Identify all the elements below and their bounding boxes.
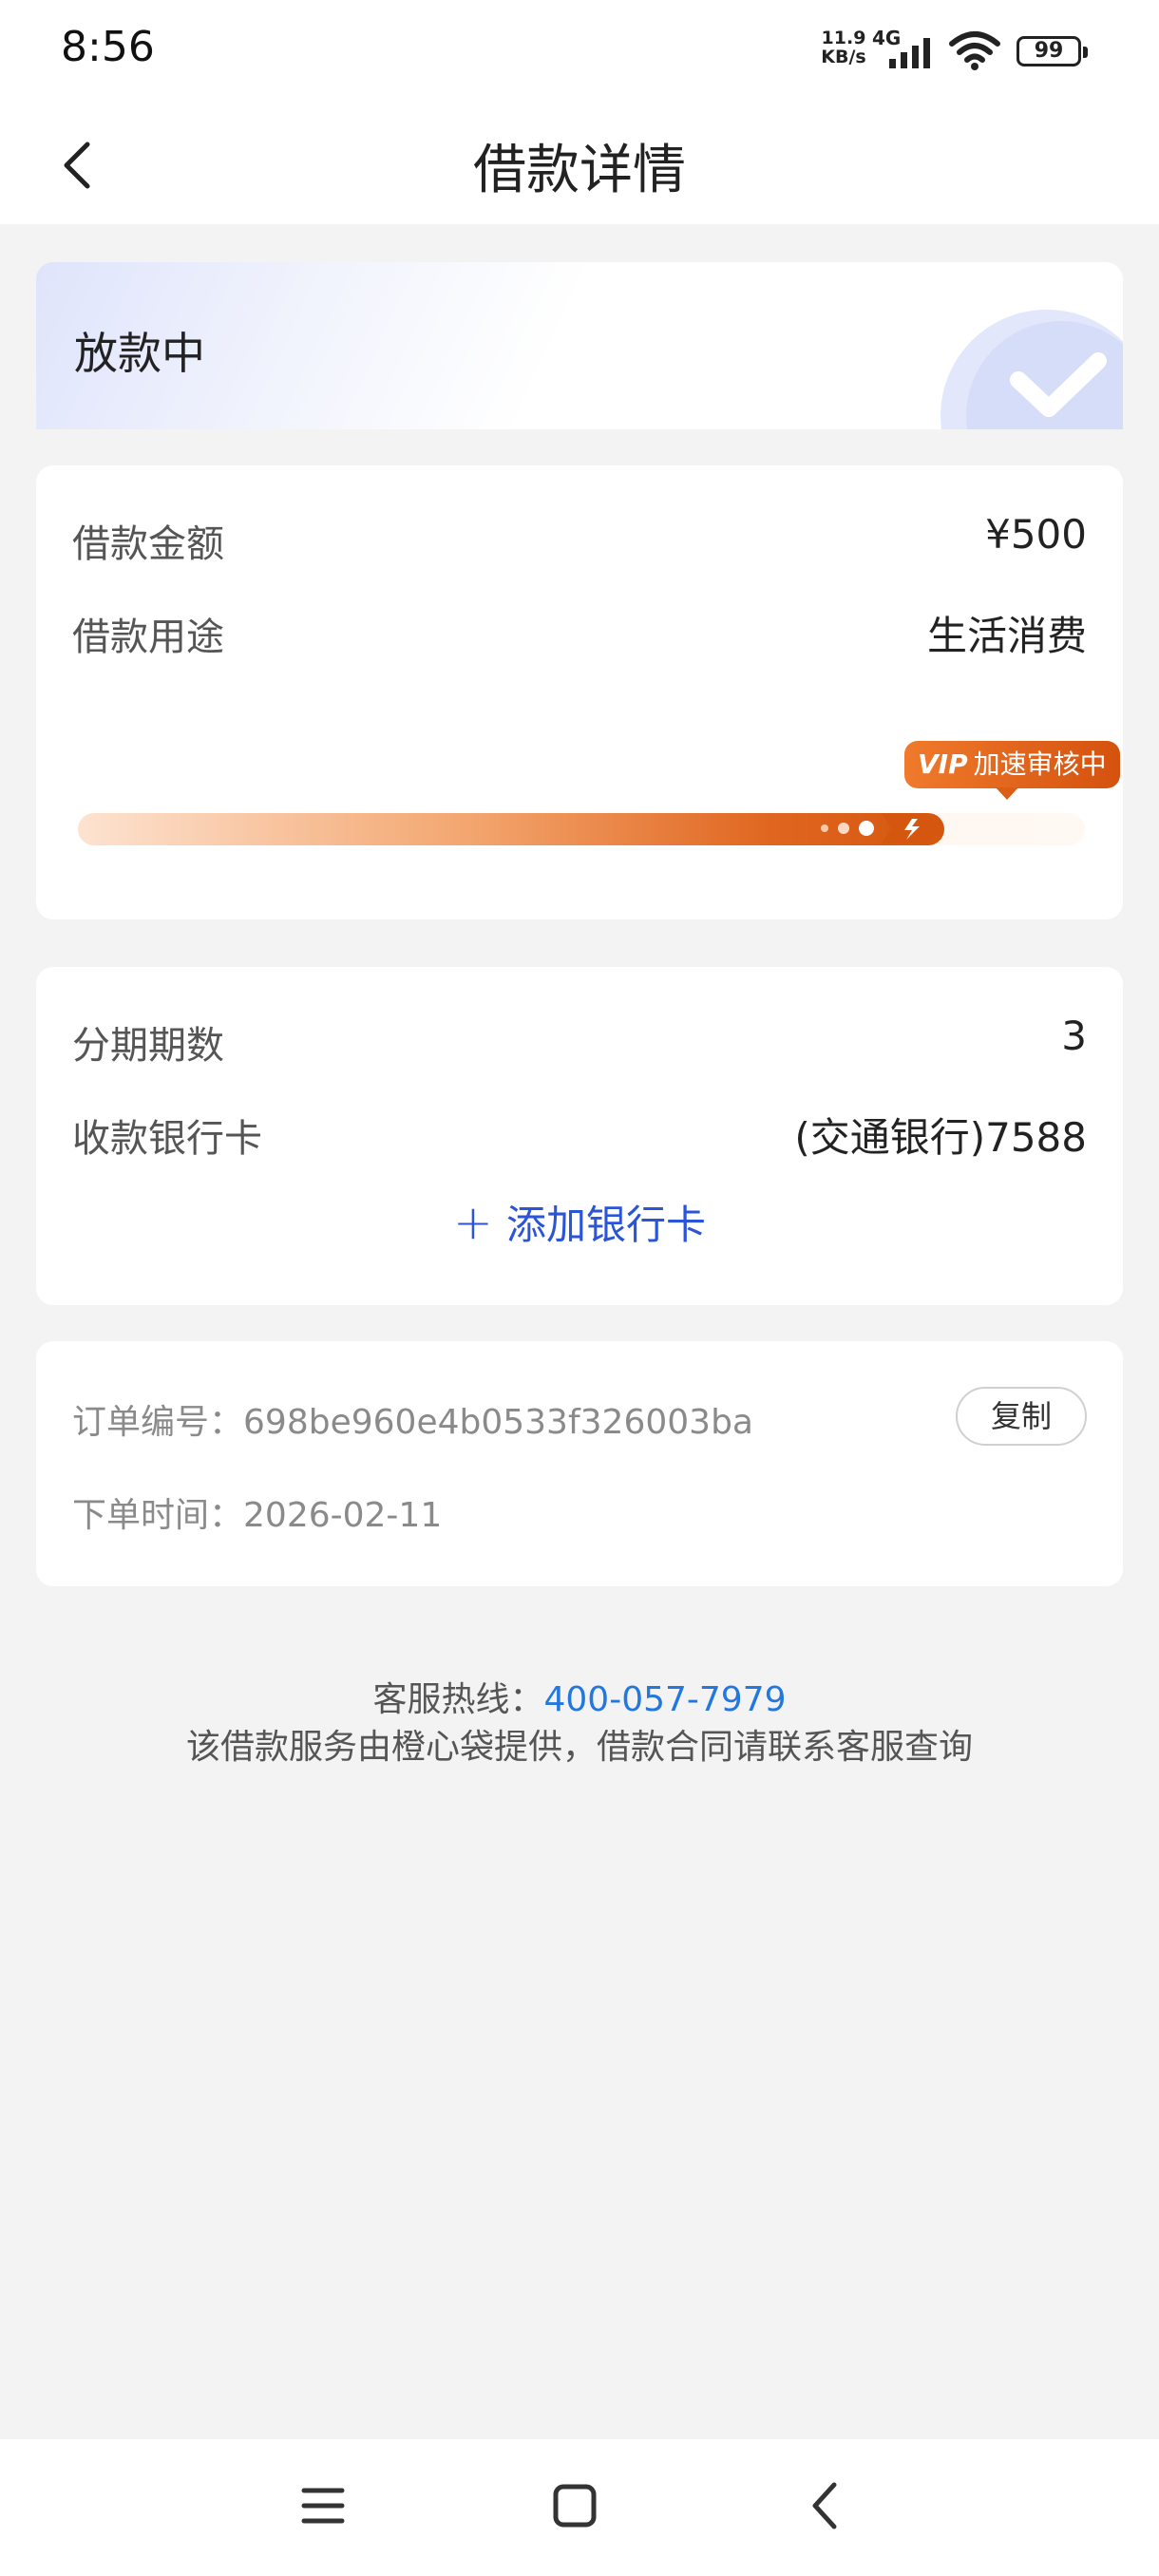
app-header: 借款详情 — [0, 104, 1159, 224]
vip-badge-text: 加速审核中 — [973, 748, 1107, 780]
loan-status-label: 放款中 — [74, 328, 205, 379]
hotline-label: 客服热线： — [372, 1680, 544, 1719]
check-badge-icon — [940, 310, 1123, 429]
page-title: 借款详情 — [473, 140, 686, 201]
plus-icon: + — [453, 1195, 493, 1250]
vip-mark: VIP — [918, 748, 968, 780]
home-icon[interactable] — [546, 2477, 603, 2534]
loan-status-card: 放款中 — [36, 262, 1123, 429]
status-bar: 8:56 11.9 KB/s 4G 99 — [0, 0, 1159, 104]
signal-icon — [889, 38, 930, 68]
copy-button[interactable]: 复制 — [956, 1387, 1087, 1446]
vip-accelerate-badge: VIP 加速审核中 — [904, 741, 1120, 800]
rocket-icon — [821, 813, 936, 843]
purpose-value: 生活消费 — [926, 613, 1087, 659]
purpose-label: 借款用途 — [72, 616, 224, 659]
add-bank-card-label: 添加银行卡 — [505, 1202, 706, 1248]
add-bank-card-button[interactable]: + 添加银行卡 — [36, 1193, 1123, 1251]
order-number-value: 698be960e4b0533f326003ba — [243, 1403, 753, 1442]
battery-indicator: 99 — [1016, 36, 1088, 66]
wifi-icon — [949, 31, 1000, 70]
amount-label: 借款金额 — [72, 522, 224, 566]
amount-value: ¥500 — [985, 511, 1087, 558]
menu-icon[interactable] — [294, 2477, 352, 2534]
network-speed: 11.9 KB/s — [821, 28, 866, 67]
order-info-card: 订单编号：698be960e4b0533f326003ba 复制 下单时间：20… — [36, 1341, 1123, 1586]
back-icon[interactable] — [798, 2477, 855, 2534]
bank-card-value: (交通银行)7588 — [794, 1114, 1087, 1161]
periods-label: 分期期数 — [72, 1024, 224, 1068]
order-time-value: 2026-02-11 — [243, 1496, 443, 1535]
system-nav-bar — [0, 2439, 1159, 2576]
order-time-label: 下单时间： — [72, 1496, 244, 1535]
order-number: 订单编号：698be960e4b0533f326003ba — [72, 1394, 753, 1444]
periods-value: 3 — [1061, 1013, 1087, 1059]
installment-card: 分期期数 3 收款银行卡 (交通银行)7588 + 添加银行卡 — [36, 967, 1123, 1305]
hotline: 客服热线：400-057-7979 — [0, 1676, 1159, 1724]
service-disclaimer: 该借款服务由橙心袋提供，借款合同请联系客服查询 — [185, 1728, 973, 1767]
order-number-label: 订单编号： — [72, 1403, 244, 1442]
loan-amount-card: 借款金额 ¥500 借款用途 生活消费 VIP 加速审核中 — [36, 465, 1123, 919]
hotline-number-link[interactable]: 400-057-7979 — [543, 1680, 786, 1719]
review-progress: VIP 加速审核中 — [78, 741, 1120, 864]
bank-card-label: 收款银行卡 — [72, 1117, 262, 1161]
footer: 客服热线：400-057-7979 该借款服务由橙心袋提供，借款合同请联系客服查… — [0, 1676, 1159, 1771]
order-time: 下单时间：2026-02-11 — [72, 1487, 442, 1537]
status-time: 8:56 — [61, 23, 155, 71]
